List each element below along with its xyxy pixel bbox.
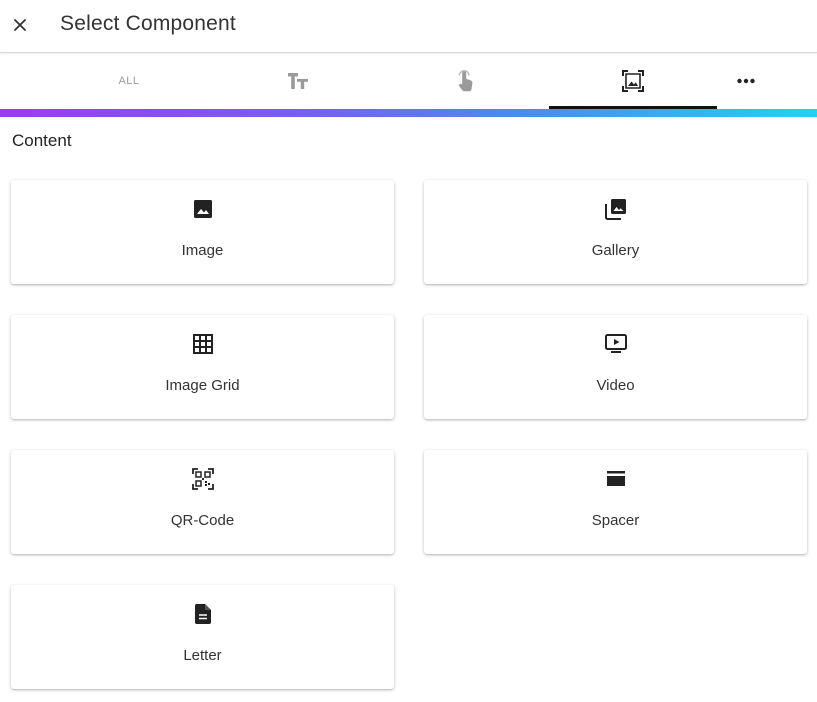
tab-media[interactable]	[549, 53, 717, 109]
close-button[interactable]	[8, 13, 32, 37]
card-label: Image Grid	[165, 377, 240, 394]
card-label: Image	[181, 242, 224, 259]
image-frame-icon	[622, 70, 644, 92]
qr-code-icon	[191, 467, 215, 491]
card-label: Video	[596, 377, 635, 394]
card-label: Letter	[183, 647, 222, 664]
component-card-gallery[interactable]: Gallery	[424, 180, 807, 284]
component-card-video[interactable]: Video	[424, 315, 807, 419]
tab-text[interactable]	[214, 53, 381, 109]
card-label: Gallery	[591, 242, 640, 259]
touch-icon	[458, 70, 473, 92]
tab-more[interactable]	[717, 53, 775, 109]
gradient-accent-bar	[0, 109, 817, 117]
close-icon	[14, 19, 26, 31]
more-horizontal-icon	[737, 78, 755, 84]
video-icon	[604, 332, 628, 356]
page-title: Select Component	[60, 12, 236, 35]
section-title: Content	[12, 131, 72, 150]
tab-all[interactable]: ALL	[44, 53, 214, 109]
image-icon	[191, 197, 215, 221]
tab-interactive[interactable]	[381, 53, 549, 109]
spacer-icon	[604, 467, 628, 491]
component-card-spacer[interactable]: Spacer	[424, 450, 807, 554]
component-card-qr-code[interactable]: QR-Code	[11, 450, 394, 554]
component-card-image[interactable]: Image	[11, 180, 394, 284]
header-bar: Select Component	[0, 0, 817, 53]
card-label: Spacer	[591, 512, 640, 529]
grid-icon	[191, 332, 215, 356]
component-card-image-grid[interactable]: Image Grid	[11, 315, 394, 419]
gallery-icon	[604, 197, 628, 221]
tab-all-label: ALL	[118, 75, 140, 87]
text-format-icon	[287, 73, 308, 89]
component-card-letter[interactable]: Letter	[11, 585, 394, 689]
category-tabs: ALL	[0, 53, 817, 109]
card-label: QR-Code	[170, 512, 235, 529]
document-icon	[191, 602, 215, 626]
